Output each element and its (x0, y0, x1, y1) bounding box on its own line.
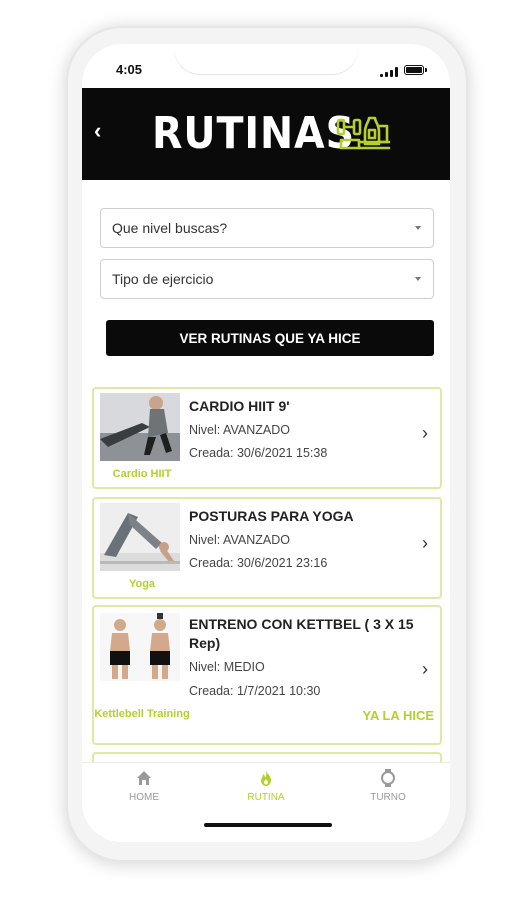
chevron-down-icon (415, 226, 421, 230)
routine-title: CARDIO HIIT 9' (189, 398, 290, 414)
flame-icon (261, 770, 271, 786)
routine-thumb-label: Cardio HIIT (112, 468, 172, 480)
routine-card[interactable]: Cardio HIIT CARDIO HIIT 9' Nivel: AVANZA… (92, 387, 442, 489)
done-badge: YA LA HICE (362, 708, 434, 723)
bottom-tab-bar: HOME RUTINA TURNO (82, 762, 450, 842)
routine-created: Creada: 30/6/2021 23:16 (189, 556, 328, 570)
app-screen: 4:05 ‹ RUTINAS Que nivel buscas? Tipo de… (82, 44, 450, 842)
routine-thumb-label: Yoga (128, 578, 156, 590)
routine-thumbnail (100, 503, 180, 571)
tab-home[interactable]: HOME (104, 769, 184, 803)
routine-level: Nivel: AVANZADO (189, 533, 290, 547)
routine-level: Nivel: MEDIO (189, 660, 265, 674)
view-done-routines-button[interactable]: VER RUTINAS QUE YA HICE (106, 320, 434, 356)
tab-turno[interactable]: TURNO (348, 769, 428, 803)
tab-label: TURNO (370, 792, 406, 803)
notch (174, 44, 358, 74)
routine-card[interactable]: Yoga POSTURAS PARA YOGA Nivel: AVANZADO … (92, 497, 442, 599)
routine-thumb-label: Kettlebell Training (94, 708, 190, 720)
routine-created: Creada: 30/6/2021 15:38 (189, 446, 328, 460)
level-select-label: Que nivel buscas? (112, 220, 228, 236)
chevron-right-icon[interactable]: › (422, 423, 428, 444)
header-bar: ‹ RUTINAS (82, 88, 450, 180)
exercise-type-select-label: Tipo de ejercicio (112, 271, 214, 287)
routine-thumbnail (100, 613, 180, 681)
tab-label: HOME (129, 792, 159, 803)
routine-card[interactable]: Kettlebell Training ENTRENO CON KETTBEL … (92, 605, 442, 745)
routine-thumbnail (100, 393, 180, 461)
watch-icon (381, 769, 395, 787)
home-icon (137, 771, 151, 785)
chevron-right-icon[interactable]: › (422, 533, 428, 554)
exercise-type-select[interactable]: Tipo de ejercicio (100, 259, 434, 299)
routine-title: POSTURAS PARA YOGA (189, 508, 354, 524)
status-time: 4:05 (116, 62, 143, 77)
routine-title: ENTRENO CON KETTBEL ( 3 X 15 Rep) (189, 616, 414, 651)
battery-icon (404, 65, 427, 75)
tab-label: RUTINA (247, 792, 285, 803)
gym-equipment-icon (336, 116, 391, 150)
page-title: RUTINAS (152, 108, 356, 159)
chevron-right-icon[interactable]: › (422, 659, 428, 680)
back-button[interactable]: ‹ (94, 118, 101, 144)
signal-icon (380, 67, 398, 77)
chevron-down-icon (415, 277, 421, 281)
tab-rutina[interactable]: RUTINA (226, 769, 306, 803)
home-indicator (204, 823, 332, 827)
routine-created: Creada: 1/7/2021 10:30 (189, 684, 321, 698)
routine-level: Nivel: AVANZADO (189, 423, 290, 437)
level-select[interactable]: Que nivel buscas? (100, 208, 434, 248)
